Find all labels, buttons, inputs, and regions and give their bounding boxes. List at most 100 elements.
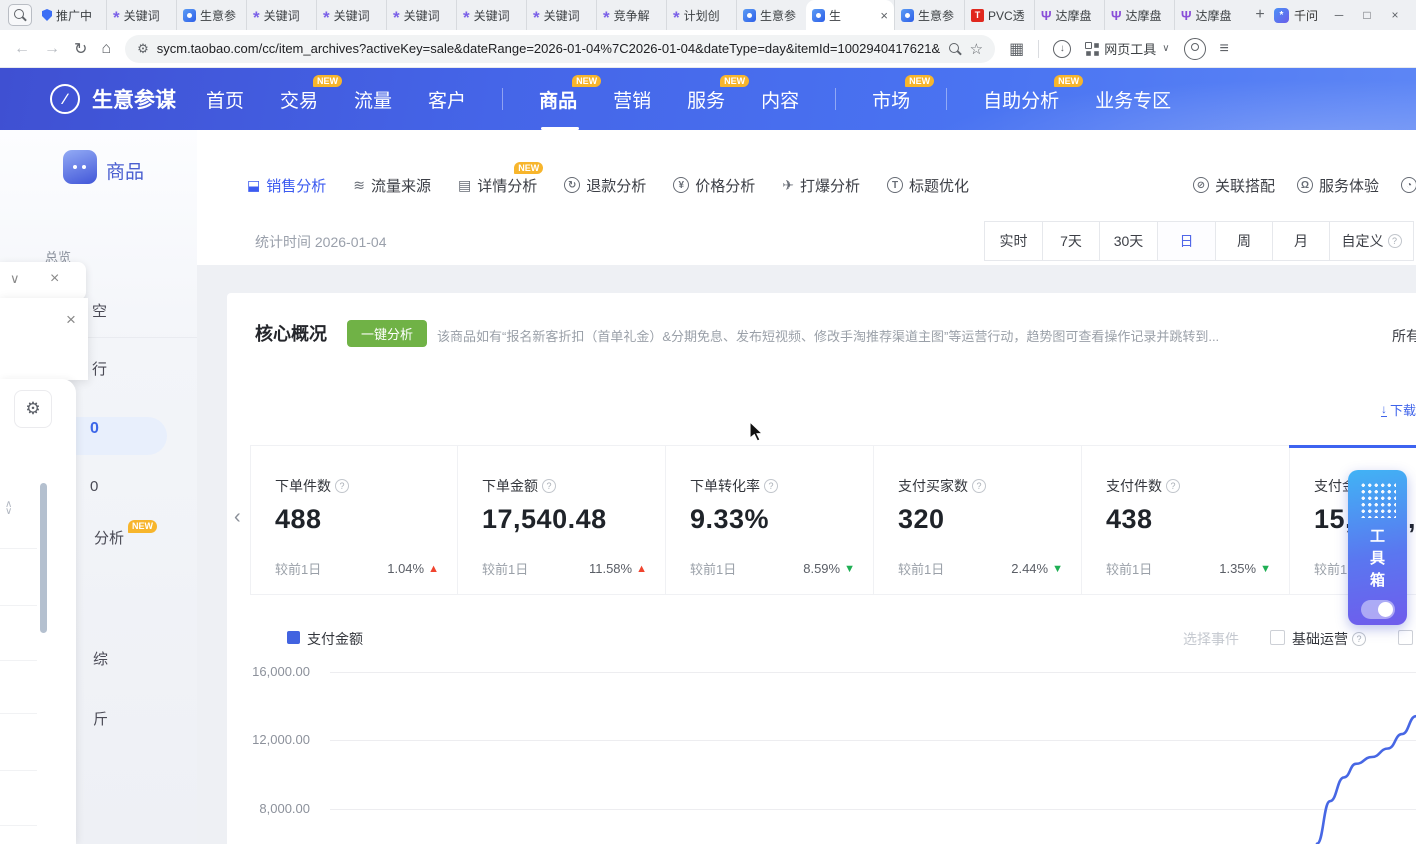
forward-icon[interactable]: → [44, 40, 60, 58]
toolbox-toggle[interactable] [1361, 600, 1395, 619]
sycm-logo-icon[interactable]: ∕ [50, 84, 80, 114]
subnav-tab-打爆分析[interactable]: ✈ 打爆分析 [782, 175, 860, 196]
help-icon[interactable]: ? [764, 479, 778, 493]
overlay-window-small[interactable]: ∨ × [0, 262, 86, 300]
scrollbar-thumb[interactable] [40, 483, 47, 633]
browser-tab[interactable]: 生 × [806, 0, 894, 30]
sidebar-item-fragment[interactable]: 0 [90, 420, 99, 438]
web-tools-button[interactable]: 网页工具 ∨ [1085, 39, 1169, 58]
nav-item-营销[interactable]: 营销 [613, 86, 651, 113]
help-icon[interactable]: ? [1388, 234, 1402, 248]
browser-tab[interactable]: Ψ 达摩盘 × [1104, 0, 1174, 30]
subnav-tab-销售分析[interactable]: ⬓ 销售分析 [247, 175, 326, 196]
help-icon[interactable]: ? [972, 479, 986, 493]
toolbox-widget[interactable]: 工具箱 [1348, 470, 1407, 625]
close-window-button[interactable]: × [1388, 8, 1402, 22]
metric-card-下单转化率[interactable]: 下单转化率? 9.33% 较前1日 8.59% ▼ [666, 445, 874, 595]
browser-tab[interactable]: * 竞争解 × [596, 0, 666, 30]
browser-tab[interactable]: * 关键词 × [316, 0, 386, 30]
browser-tab[interactable]: * 计划创 × [666, 0, 736, 30]
browser-tab[interactable]: Ψ 达摩盘 × [1174, 0, 1244, 30]
date-range-30天[interactable]: 30天 [1099, 222, 1157, 260]
new-tab-button[interactable]: + [1248, 3, 1272, 27]
date-range-7天[interactable]: 7天 [1042, 222, 1099, 260]
close-icon[interactable]: × [50, 270, 59, 288]
minimize-button[interactable]: ─ [1332, 8, 1346, 22]
browser-menu-icon[interactable]: ≡ [1220, 40, 1229, 58]
tab-close-icon[interactable]: × [880, 8, 888, 23]
nav-item-商品[interactable]: 商品 NEW [539, 86, 577, 113]
tab-search-icon[interactable] [8, 4, 32, 26]
chevron-down-icon[interactable]: ∨ [10, 271, 20, 287]
date-range-实时[interactable]: 实时 [985, 222, 1042, 260]
qianwen-button[interactable]: * 千问 [1274, 7, 1318, 24]
download-link[interactable]: ↓下载 [1381, 400, 1416, 419]
metric-card-支付买家数[interactable]: 支付买家数? 320 较前1日 2.44% ▼ [874, 445, 1082, 595]
browser-tab[interactable]: 生意参 × [894, 0, 964, 30]
date-range-日[interactable]: 日 [1157, 222, 1215, 260]
bookmark-star-icon[interactable]: ☆ [970, 40, 983, 58]
sidebar-item-fragment[interactable]: 综 [93, 648, 108, 669]
browser-tab[interactable]: 生意参 × [176, 0, 246, 30]
downloads-icon[interactable]: ↓ [1053, 40, 1071, 58]
brand-title[interactable]: 生意参谋 [92, 84, 176, 114]
date-range-自定义[interactable]: 自定义 ? [1329, 222, 1413, 260]
overlay-window[interactable]: × [0, 298, 88, 380]
subnav-tab-详情分析[interactable]: ▤ 详情分析 NEW [458, 175, 537, 196]
browser-tab[interactable]: 生意参 × [736, 0, 806, 30]
close-icon[interactable]: × [66, 310, 76, 330]
subnav-tab-退款分析[interactable]: ↻ 退款分析 [564, 175, 646, 196]
subnav-tab-关联搭配[interactable]: ⊘ 关联搭配 [1193, 175, 1275, 196]
sort-chevrons-icon[interactable]: ∧∨ [5, 501, 12, 515]
one-click-analyze-button[interactable]: 一键分析 [347, 320, 427, 347]
subnav-tab-服务体验[interactable]: Ω 服务体验 [1297, 175, 1379, 196]
browser-tab[interactable]: * 关键词 × [106, 0, 176, 30]
help-icon[interactable]: ? [542, 479, 556, 493]
subnav-tab-partial[interactable]: ◔ [1401, 177, 1416, 193]
subnav-tab-价格分析[interactable]: ¥ 价格分析 [673, 175, 755, 196]
sidebar-item-fragment[interactable]: 斤 [93, 708, 108, 729]
chevron-down-icon: ∨ [1162, 43, 1169, 54]
nav-item-服务[interactable]: 服务 NEW [687, 86, 725, 113]
sidebar-item-fragment[interactable]: 行 [92, 358, 107, 379]
nav-item-内容[interactable]: 内容 [761, 86, 799, 113]
site-settings-icon[interactable]: ⚙ [137, 41, 149, 57]
extensions-icon[interactable]: ▦ [1009, 39, 1024, 59]
back-icon[interactable]: ← [14, 40, 30, 58]
address-bar[interactable]: ⚙ sycm.taobao.com/cc/item_archives?activ… [125, 35, 995, 63]
nav-item-流量[interactable]: 流量 [354, 86, 392, 113]
date-range-月[interactable]: 月 [1272, 222, 1329, 260]
metric-card-下单件数[interactable]: 下单件数? 488 较前1日 1.04% ▲ [250, 445, 458, 595]
subnav-tab-流量来源[interactable]: ≋ 流量来源 [353, 175, 431, 196]
sidebar-item-fragment[interactable]: 空 [92, 300, 107, 321]
browser-tab[interactable]: * 关键词 × [386, 0, 456, 30]
sidebar-item-fragment[interactable]: 0 [90, 478, 98, 495]
cards-scroll-left-icon[interactable]: ‹ [234, 506, 241, 529]
metric-card-下单金额[interactable]: 下单金额? 17,540.48 较前1日 11.58% ▲ [458, 445, 666, 595]
profile-avatar-icon[interactable] [1184, 38, 1206, 60]
date-range-周[interactable]: 周 [1215, 222, 1272, 260]
browser-tab[interactable]: * 关键词 × [526, 0, 596, 30]
gear-icon[interactable]: ⚙ [14, 390, 52, 428]
nav-item-业务专区[interactable]: 业务专区 [1095, 86, 1171, 113]
nav-item-首页[interactable]: 首页 [206, 86, 244, 113]
reload-icon[interactable]: ↻ [74, 39, 87, 59]
zoom-icon[interactable] [948, 42, 962, 56]
metric-card-支付件数[interactable]: 支付件数? 438 较前1日 1.35% ▼ [1082, 445, 1290, 595]
overview-right-link[interactable]: 所有 [1392, 326, 1416, 346]
help-icon[interactable]: ? [1166, 479, 1180, 493]
browser-tab[interactable]: 推广中 × [36, 0, 106, 30]
browser-tab[interactable]: Ψ 达摩盘 × [1034, 0, 1104, 30]
nav-item-交易[interactable]: 交易 NEW [280, 86, 318, 113]
browser-tab[interactable]: T PVC透 × [964, 0, 1034, 30]
sidebar-item-fragment[interactable]: 分析 NEW [94, 527, 157, 548]
browser-tab[interactable]: * 关键词 × [456, 0, 526, 30]
help-icon[interactable]: ? [335, 479, 349, 493]
nav-item-客户[interactable]: 客户 [428, 86, 466, 113]
maximize-button[interactable]: □ [1360, 8, 1374, 22]
subnav-tab-标题优化[interactable]: T 标题优化 [887, 175, 969, 196]
browser-tab[interactable]: * 关键词 × [246, 0, 316, 30]
nav-item-自助分析[interactable]: 自助分析 NEW [983, 86, 1059, 113]
home-icon[interactable]: ⌂ [101, 40, 111, 58]
nav-item-市场[interactable]: 市场 NEW [872, 86, 910, 113]
